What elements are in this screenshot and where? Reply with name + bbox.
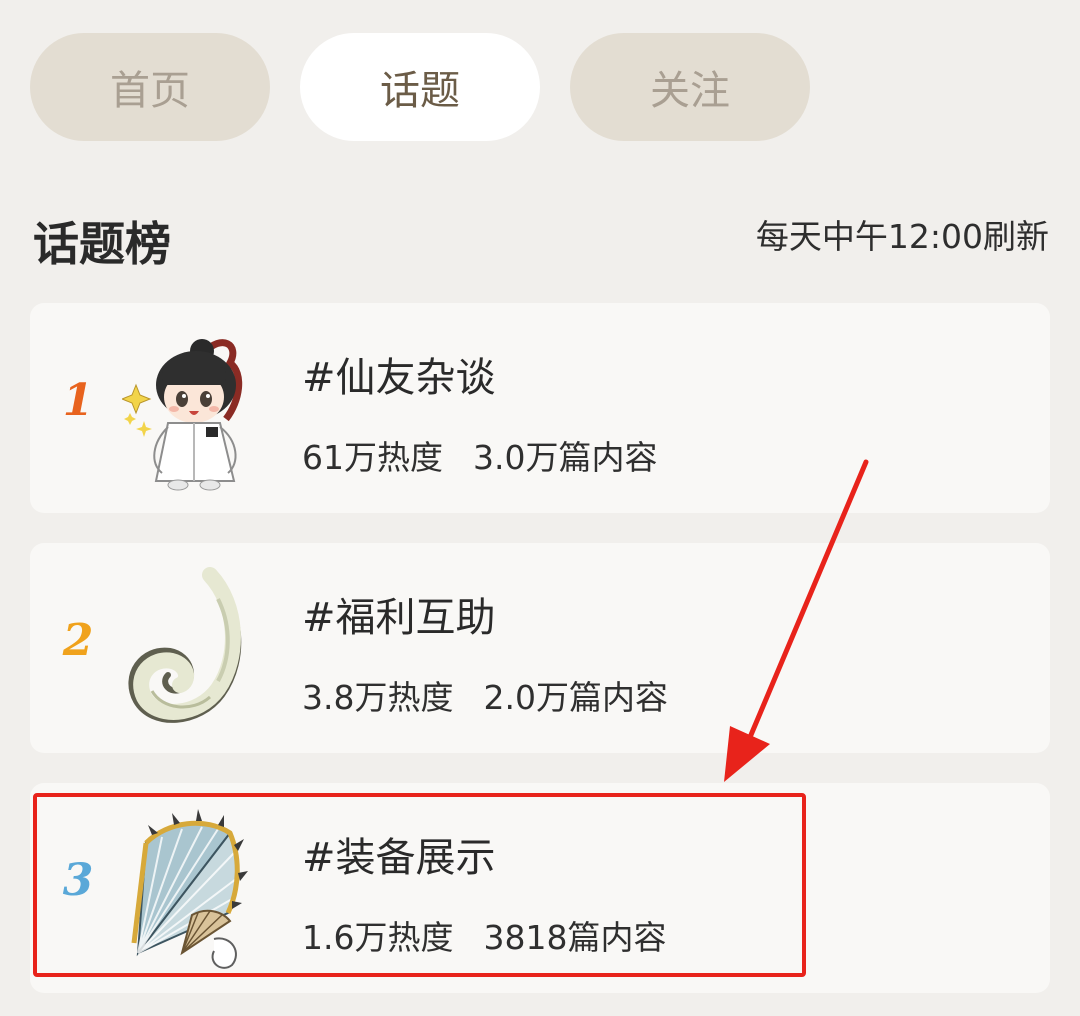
topic-card-2[interactable]: 2 #福利互助 3.8万热度 2.0万篇内容 [30,543,1050,753]
topic-card-3[interactable]: 3 #装备展示 1.6万热度 3818篇内容 [30,783,1050,993]
rank-number: 3 [62,855,94,906]
topic-ranking-header: 话题榜 每天中午12:00刷新 [0,190,1080,290]
folding-fan-icon [131,809,248,969]
post-count: 3818篇内容 [483,918,667,957]
rank-number: 2 [62,615,94,666]
post-count: 3.0万篇内容 [473,438,658,477]
topic-stats: 61万热度 3.0万篇内容 [302,431,657,479]
topic-card-1[interactable]: 1 #仙友杂谈 61万热度 3.0万篇内容 [30,303,1050,513]
section-title: 话题榜 [33,217,171,271]
topic-title: #装备展示 [302,835,496,881]
topic-stats: 1.6万热度 3818篇内容 [302,911,666,959]
jade-hook-icon [128,567,242,723]
post-count: 2.0万篇内容 [483,678,668,717]
topic-stats: 3.8万热度 2.0万篇内容 [302,671,668,719]
topic-title: #仙友杂谈 [302,355,496,401]
topic-title: #福利互助 [302,595,496,641]
chibi-character-icon [122,339,243,491]
heat-count: 61万热度 [302,438,443,477]
tab-home[interactable]: 首页 [30,33,270,141]
tab-topics[interactable]: 话题 [300,33,540,141]
rank-number: 1 [62,375,94,426]
refresh-note: 每天中午12:00刷新 [755,217,1049,256]
heat-count: 1.6万热度 [302,918,454,957]
heat-count: 3.8万热度 [302,678,454,717]
tab-follow[interactable]: 关注 [570,33,810,141]
top-tab-bar: 首页 话题 关注 [0,0,1080,160]
